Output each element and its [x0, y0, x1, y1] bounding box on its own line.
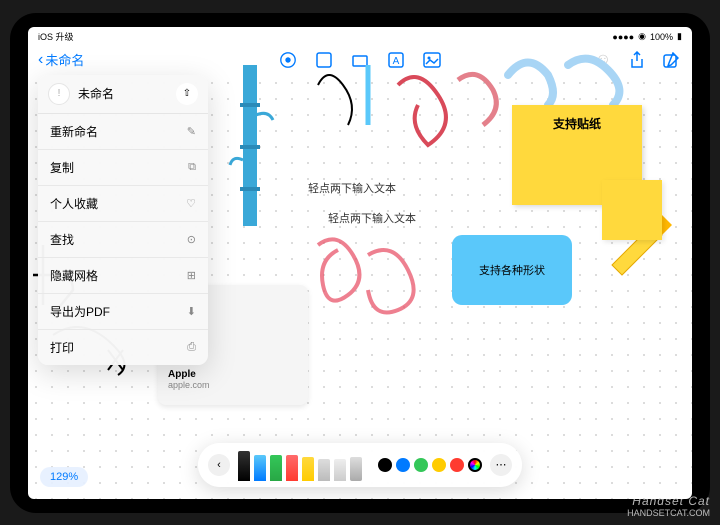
crayon-tool[interactable] [286, 455, 298, 481]
eraser-tool[interactable] [318, 459, 330, 481]
shape-text: 支持各种形状 [479, 262, 545, 278]
search-icon: ⊙ [187, 233, 196, 246]
menu-title: 未命名 [78, 85, 168, 102]
ruler-tool[interactable] [350, 457, 362, 481]
status-bar: iOS 升级 ●●●● ◉ 100% ▮ [28, 27, 692, 45]
share-icon[interactable] [626, 49, 648, 71]
lasso-tool[interactable] [334, 459, 346, 481]
status-right: ●●●● ◉ 100% ▮ [612, 31, 682, 42]
pen-tools [238, 449, 362, 481]
zoom-level[interactable]: 129% [40, 467, 88, 487]
marker-tool[interactable] [254, 455, 266, 481]
color-black[interactable] [378, 458, 392, 472]
media-tool-icon[interactable] [421, 49, 443, 71]
download-icon: ⬇ [187, 305, 196, 318]
pencil-tool[interactable] [302, 457, 314, 481]
battery-icon: ▮ [677, 31, 682, 42]
color-yellow[interactable] [432, 458, 446, 472]
pen-tool-icon[interactable] [277, 49, 299, 71]
color-blue[interactable] [396, 458, 410, 472]
wifi-icon: ◉ [638, 31, 646, 42]
color-green[interactable] [414, 458, 428, 472]
pen-tool[interactable] [238, 451, 250, 481]
watermark: Handset Cat HANDSETCAT.COM [627, 494, 710, 519]
menu-item-find[interactable]: 查找 ⊙ [38, 222, 208, 258]
color-red[interactable] [450, 458, 464, 472]
back-button[interactable]: ‹ 未命名 [38, 50, 84, 69]
drawing-palette: ‹ ⋯ [198, 443, 522, 487]
chevron-left-icon: ‹ [38, 51, 43, 69]
shape-rounded-rect[interactable]: 支持各种形状 [452, 235, 572, 305]
color-wheel-icon[interactable] [468, 458, 482, 472]
heart-icon: ♡ [186, 197, 196, 210]
emoji-icon[interactable]: ☺ [592, 49, 614, 71]
screen: iOS 升级 ●●●● ◉ 100% ▮ ‹ 未命名 [28, 27, 692, 499]
menu-item-favorite[interactable]: 个人收藏 ♡ [38, 186, 208, 222]
center-toolbar: A [277, 49, 443, 71]
nav-bar: ‹ 未命名 A ☺ [28, 45, 692, 75]
battery-percent: 100% [650, 32, 673, 42]
canvas[interactable]: 支持贴纸 支持各种形状 轻点两下输入文本 轻点两下输入文本 Apple [28, 75, 692, 499]
status-left: iOS 升级 [38, 30, 74, 43]
sticky-note-small[interactable] [602, 180, 662, 240]
menu-item-rename[interactable]: 重新命名 ✎ [38, 114, 208, 150]
palette-more-icon[interactable]: ⋯ [490, 454, 512, 476]
sticky-note-text: 支持贴纸 [553, 115, 601, 132]
menu-item-duplicate[interactable]: 复制 ⧉ [38, 150, 208, 186]
text-placeholder-2[interactable]: 轻点两下输入文本 [328, 210, 416, 226]
highlighter-tool[interactable] [270, 455, 282, 481]
apple-card-title: Apple [168, 369, 298, 380]
board-thumbnail-icon: ! [48, 83, 70, 105]
menu-item-hide-grid[interactable]: 隐藏网格 ⊞ [38, 258, 208, 294]
apple-card-subtitle: apple.com [168, 380, 298, 390]
compose-icon[interactable] [660, 49, 682, 71]
ipad-frame: iOS 升级 ●●●● ◉ 100% ▮ ‹ 未命名 [10, 13, 710, 513]
print-icon: ⎙ [187, 341, 196, 354]
signal-icon: ●●●● [612, 32, 634, 42]
right-toolbar: ☺ [592, 49, 682, 71]
copy-icon: ⧉ [188, 161, 196, 174]
menu-item-export-pdf[interactable]: 导出为PDF ⬇ [38, 294, 208, 330]
text-tool-icon[interactable]: A [385, 49, 407, 71]
palette-close-icon[interactable]: ‹ [208, 454, 230, 476]
menu-share-icon[interactable]: ⇧ [176, 83, 198, 105]
svg-text:A: A [393, 56, 400, 67]
red-scribble [298, 225, 458, 345]
color-picker [378, 458, 482, 472]
menu-header: ! 未命名 ⇧ [38, 75, 208, 114]
menu-item-print[interactable]: 打印 ⎙ [38, 330, 208, 365]
back-label: 未命名 [45, 50, 84, 69]
shape-tool-icon[interactable] [349, 49, 371, 71]
bamboo-drawing [228, 65, 278, 245]
board-menu: ! 未命名 ⇧ 重新命名 ✎ 复制 ⧉ 个人收藏 ♡ 查找 [38, 75, 208, 365]
sticky-tool-icon[interactable] [313, 49, 335, 71]
pencil-icon: ✎ [187, 125, 196, 138]
text-placeholder-1[interactable]: 轻点两下输入文本 [308, 180, 396, 196]
grid-icon: ⊞ [187, 269, 196, 282]
